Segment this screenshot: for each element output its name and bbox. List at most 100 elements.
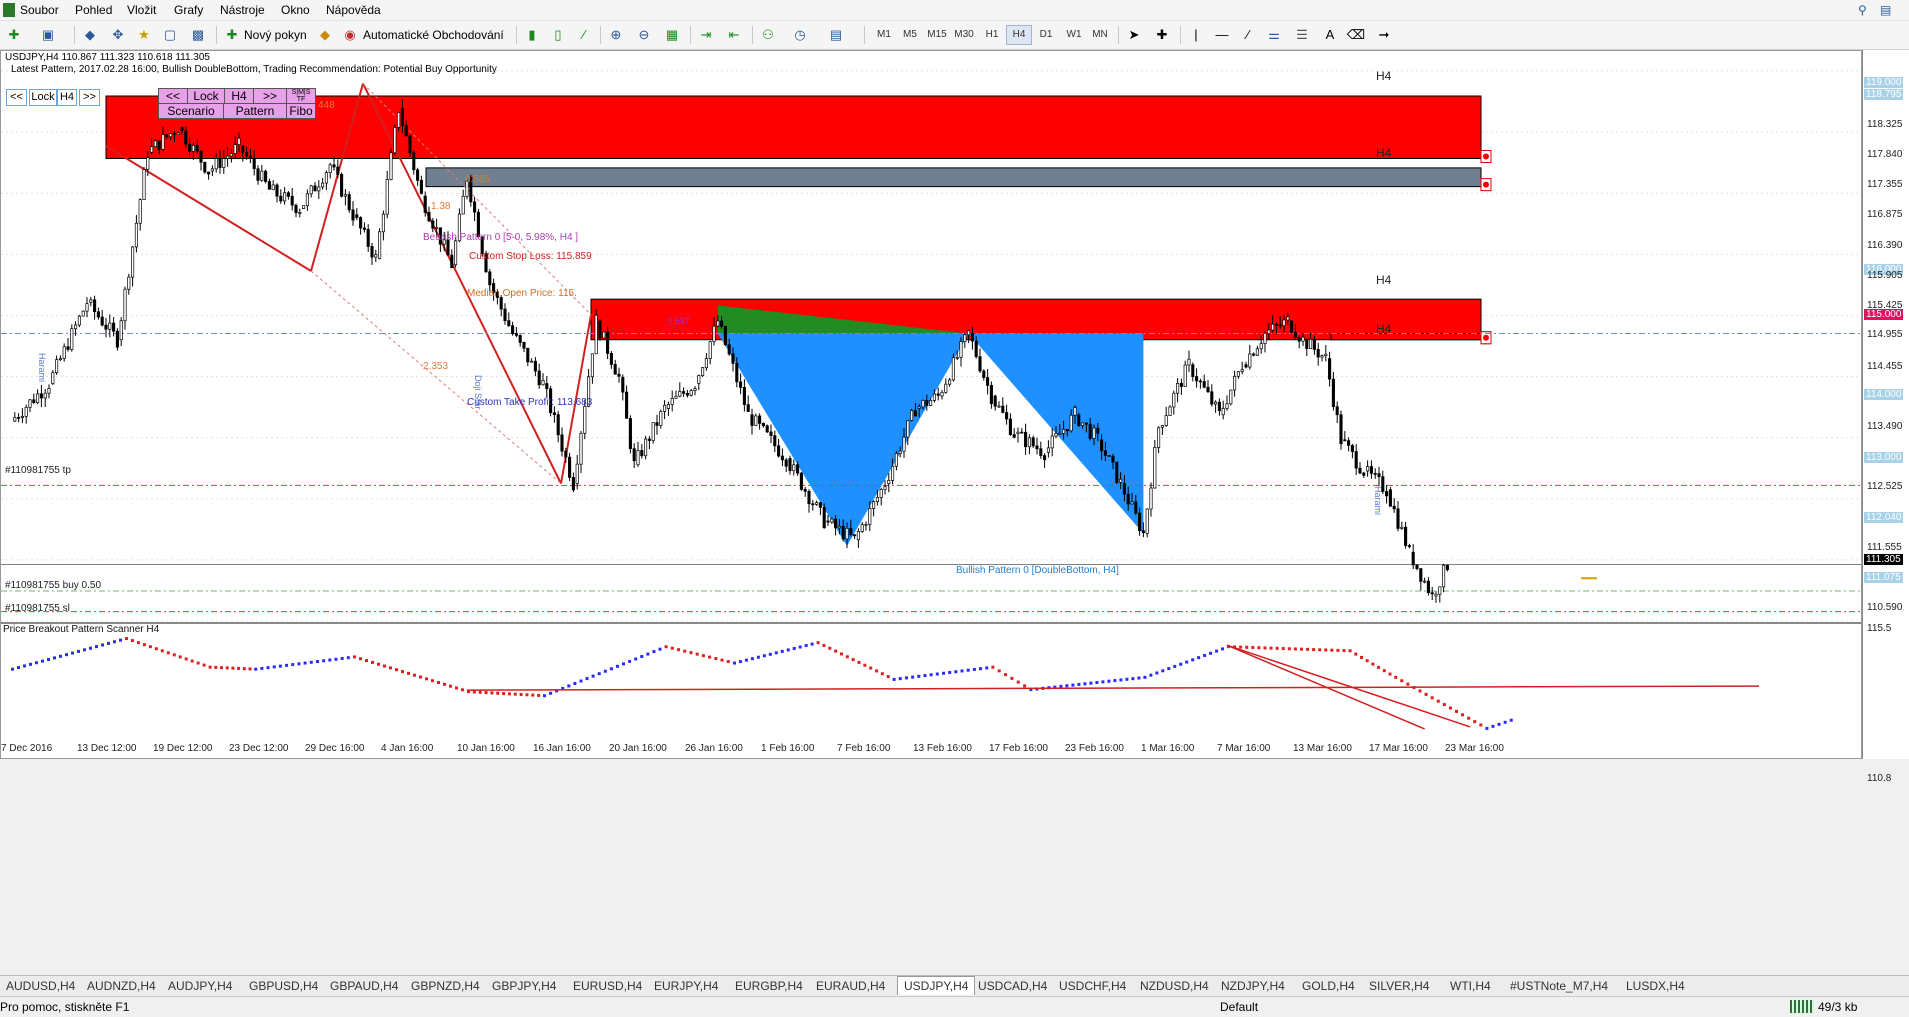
symbol-tab-eurjpy-h4[interactable]: EURJPY,H4 [654, 979, 718, 993]
symbol-tab-audnzd-h4[interactable]: AUDNZD,H4 [87, 979, 156, 993]
symbol-tab-audjpy-h4[interactable]: AUDJPY,H4 [168, 979, 232, 993]
lock-prev-button[interactable]: << [6, 89, 27, 106]
scanner-brick [792, 646, 796, 650]
scanner-brick [1131, 677, 1135, 681]
zoom-out-icon[interactable]: ⊖ [634, 25, 654, 45]
menu-nastroje[interactable]: Nástroje [220, 3, 265, 17]
timeframe-h1[interactable]: H1 [980, 25, 1004, 45]
candle-body [951, 357, 955, 381]
symbol-tab-gbpjpy-h4[interactable]: GBPJPY,H4 [492, 979, 556, 993]
scanner-brick [1077, 682, 1081, 686]
text-label-icon[interactable]: ⌫ [1346, 25, 1366, 45]
symbol-tab-nzdjpy-h4[interactable]: NZDJPY,H4 [1221, 979, 1285, 993]
fibo-button[interactable]: Fibo [286, 103, 316, 119]
pattern-button[interactable]: Pattern [223, 103, 287, 119]
symbol-tab-gbpnzd-h4[interactable]: GBPNZD,H4 [411, 979, 480, 993]
symbol-tab-eurgbp-h4[interactable]: EURGBP,H4 [735, 979, 803, 993]
panel-smt-button[interactable]: S|M|S TF [286, 88, 316, 104]
panel-prev-button[interactable]: << [158, 88, 188, 104]
symbol-tab-audusd-h4[interactable]: AUDUSD,H4 [6, 979, 75, 993]
menu-pohled[interactable]: Pohled [75, 3, 112, 17]
crosshair-icon[interactable]: ✚ [1152, 25, 1172, 45]
chat-icon[interactable]: ▤ [1880, 3, 1891, 17]
candle-body [803, 489, 807, 492]
algo-trading-icon[interactable]: ◉ [340, 25, 360, 45]
arrows-icon[interactable]: ➞ [1374, 25, 1394, 45]
navigator-icon[interactable]: ✥ [108, 25, 128, 45]
timeframe-m1[interactable]: M1 [872, 25, 896, 45]
menu-grafy[interactable]: Grafy [174, 3, 203, 17]
new-chart-icon[interactable]: ✚ [4, 25, 24, 45]
menu-okno[interactable]: Okno [281, 3, 310, 17]
metaeditor-icon[interactable]: ◆ [315, 25, 335, 45]
candle-chart-icon[interactable]: ▯ [548, 25, 568, 45]
lock-next-button[interactable]: >> [79, 89, 100, 106]
line-chart-icon[interactable]: ∕ [574, 25, 594, 45]
symbol-tab-eurusd-h4[interactable]: EURUSD,H4 [573, 979, 642, 993]
tester-icon[interactable]: ▩ [188, 25, 208, 45]
scenario-button[interactable]: Scenario [158, 103, 224, 119]
time-axis-label: 16 Jan 16:00 [533, 743, 591, 754]
tile-windows-icon[interactable]: ▦ [662, 25, 682, 45]
candle-body [1385, 491, 1389, 497]
fib-label: 448 [318, 100, 335, 111]
symbol-tab-usdcad-h4[interactable]: USDCAD,H4 [978, 979, 1047, 993]
periods-icon[interactable]: ◷ [790, 25, 810, 45]
vertical-line-icon[interactable]: | [1186, 25, 1206, 45]
search-icon[interactable]: ⚲ [1858, 3, 1867, 17]
menu-napoveda[interactable]: Nápověda [326, 3, 381, 17]
new-order-icon[interactable]: ✚ [222, 25, 242, 45]
candle-body [1103, 450, 1107, 456]
candle-body [96, 311, 100, 318]
main-chart[interactable]: USDJPY,H4 110.867 111.323 110.618 111.30… [0, 50, 1862, 759]
symbol-tab-gbpusd-h4[interactable]: GBPUSD,H4 [249, 979, 318, 993]
timeframe-m5[interactable]: M5 [898, 25, 922, 45]
symbol-tab-lusdx-h4[interactable]: LUSDX,H4 [1626, 979, 1685, 993]
panel-timeframe[interactable]: H4 [224, 88, 254, 104]
candle-body [70, 328, 74, 350]
lock-timeframe[interactable]: H4 [57, 89, 77, 106]
scanner-brick [733, 661, 736, 665]
cursor-icon[interactable]: ➤ [1124, 25, 1144, 45]
indicators-icon[interactable]: ⚇ [758, 25, 778, 45]
market-watch-icon[interactable]: ◆ [80, 25, 100, 45]
symbol-tab-nzdusd-h4[interactable]: NZDUSD,H4 [1140, 979, 1209, 993]
symbol-tab-gbpaud-h4[interactable]: GBPAUD,H4 [330, 979, 398, 993]
trendline-icon[interactable]: ∕ [1238, 25, 1258, 45]
symbol-tab-wti-h4[interactable]: WTI,H4 [1450, 979, 1491, 993]
timeframe-d1[interactable]: D1 [1034, 25, 1058, 45]
horizontal-line-icon[interactable]: — [1212, 25, 1232, 45]
panel-next-button[interactable]: >> [253, 88, 287, 104]
symbol-tab-silver-h4[interactable]: SILVER,H4 [1369, 979, 1429, 993]
timeframe-h4[interactable]: H4 [1006, 25, 1032, 45]
lock-button[interactable]: Lock [29, 89, 57, 106]
menu-soubor[interactable]: Soubor [20, 3, 59, 17]
bar-chart-icon[interactable]: ▮ [522, 25, 542, 45]
symbol-tab--ustnote-m7-h4[interactable]: #USTNote_M7,H4 [1510, 979, 1608, 993]
symbol-tab-usdchf-h4[interactable]: USDCHF,H4 [1059, 979, 1126, 993]
favorites-icon[interactable]: ★ [134, 25, 154, 45]
channel-icon[interactable]: ⚌ [1264, 25, 1284, 45]
auto-scroll-icon[interactable]: ⇥ [696, 25, 716, 45]
timeframe-m30[interactable]: M30 [952, 25, 976, 45]
profiles-icon[interactable]: ▣ [38, 25, 58, 45]
symbol-tab-gold-h4[interactable]: GOLD,H4 [1302, 979, 1355, 993]
algo-trading-button[interactable]: Automatické Obchodování [363, 25, 504, 45]
fibonacci-icon[interactable]: ☰ [1292, 25, 1312, 45]
menu-vlozit[interactable]: Vložit [127, 3, 156, 17]
chart-canvas[interactable] [1, 51, 1861, 758]
symbol-tab-euraud-h4[interactable]: EURAUD,H4 [816, 979, 885, 993]
timeframe-w1[interactable]: W1 [1062, 25, 1086, 45]
new-order-button[interactable]: Nový pokyn [244, 25, 307, 45]
zoom-in-icon[interactable]: ⊕ [606, 25, 626, 45]
terminal-icon[interactable]: ▢ [160, 25, 180, 45]
candle-body [176, 132, 180, 135]
symbol-tab-usdjpy-h4[interactable]: USDJPY,H4 [897, 976, 976, 995]
templates-icon[interactable]: ▤ [826, 25, 846, 45]
scanner-brick [768, 652, 772, 656]
timeframe-mn[interactable]: MN [1088, 25, 1112, 45]
chart-shift-icon[interactable]: ⇤ [724, 25, 744, 45]
panel-lock-button[interactable]: Lock [187, 88, 225, 104]
text-icon[interactable]: A [1320, 25, 1340, 45]
timeframe-m15[interactable]: M15 [925, 25, 949, 45]
